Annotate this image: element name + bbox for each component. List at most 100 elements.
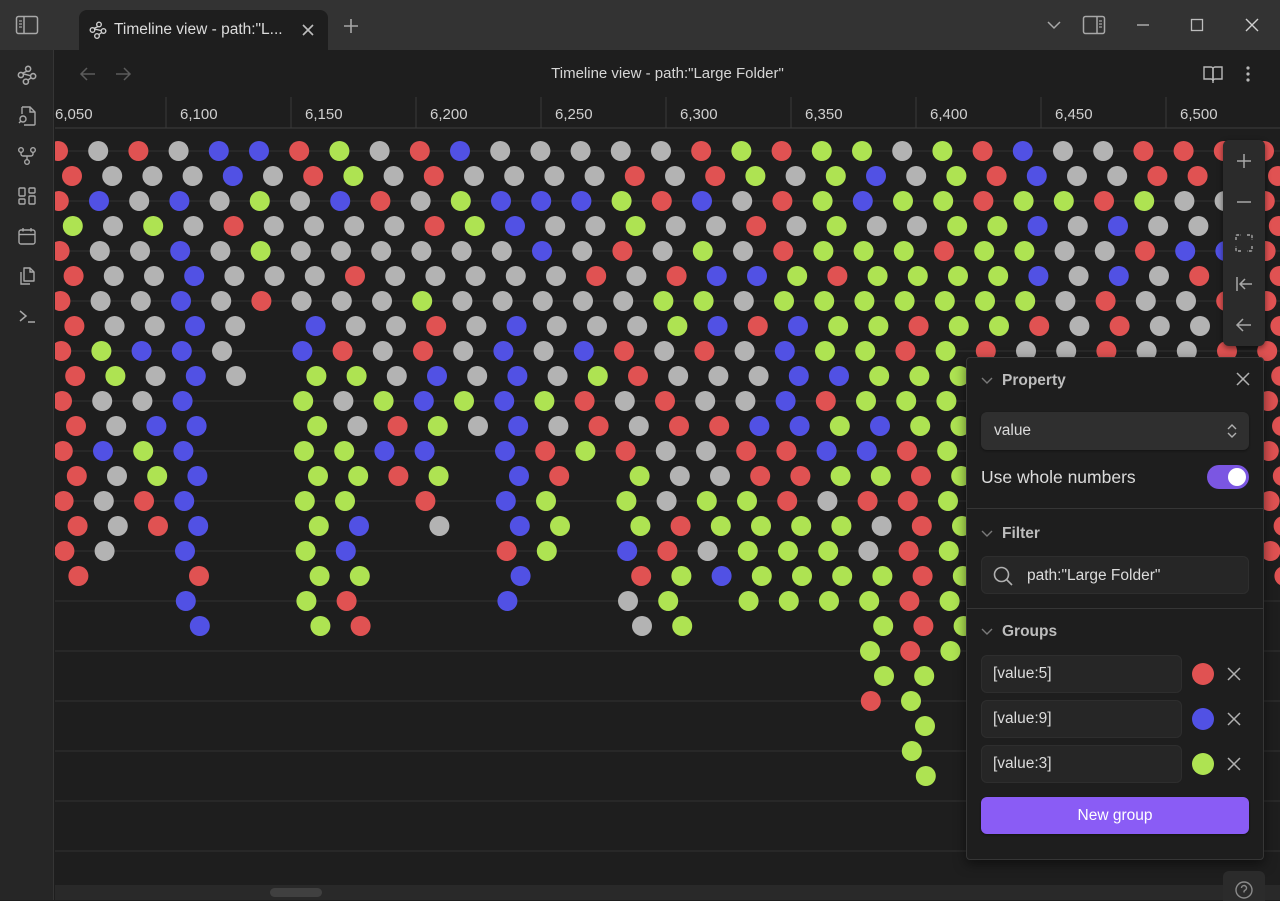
whole-numbers-toggle[interactable] [1207,465,1249,489]
timeline-dot [866,216,887,236]
close-icon [302,24,314,36]
zoom-out-button[interactable] [1232,190,1256,214]
timeline-dot [226,366,246,386]
help-button[interactable] [1223,871,1265,901]
timeline-back-button[interactable] [1232,313,1256,337]
axis-tick-label: 6,150 [305,106,343,123]
timeline-dot [491,241,512,261]
active-tab[interactable]: Timeline view - path:"L... [79,10,328,50]
fit-to-screen-button[interactable] [1232,231,1256,255]
ribbon-calendar-button[interactable] [14,223,40,249]
timeline-dot [734,341,755,361]
timeline-dot [347,416,368,436]
ribbon-copy-button[interactable] [14,263,40,289]
ribbon-dashboard-button[interactable] [14,183,40,209]
file-search-icon [18,106,36,126]
timeline-dot [336,591,357,611]
zoom-in-button[interactable] [1232,149,1256,173]
tab-list-dropdown-button[interactable] [1040,11,1068,39]
timeline-dot [544,166,565,186]
groups-section-header[interactable]: Groups [981,623,1057,641]
property-select[interactable]: value [981,412,1249,450]
timeline-dot [507,366,528,386]
new-group-button[interactable]: New group [981,797,1249,834]
timeline-dot [896,391,917,411]
timeline-dot [1134,191,1155,211]
ribbon-file-search-button[interactable] [14,103,40,129]
timeline-dot [573,291,593,311]
timeline-dot [310,616,331,636]
more-options-button[interactable] [1236,62,1260,86]
axis-tick-label: 6,450 [1055,106,1093,123]
group-query-input[interactable]: [value:3] [981,745,1182,783]
horizontal-scrollbar[interactable] [55,885,1280,900]
timeline-dot [696,441,716,461]
close-window-button[interactable] [1238,11,1266,39]
timeline-dot [290,191,310,211]
timeline-dot [291,291,312,311]
group-color-swatch[interactable] [1192,753,1214,775]
group-color-swatch[interactable] [1192,708,1214,730]
timeline-dot [386,366,407,386]
group-query-input[interactable]: [value:5] [981,655,1182,693]
timeline-dot [130,241,150,261]
timeline-dot [693,291,714,311]
ribbon-command-palette-button[interactable] [14,303,40,329]
filter-search-input[interactable]: path:"Large Folder" [981,556,1249,594]
timeline-dot [131,341,152,361]
timeline-dot [329,141,350,161]
group-color-swatch[interactable] [1192,663,1214,685]
property-section-header[interactable]: Property [981,372,1066,390]
group-remove-button[interactable] [1223,708,1245,730]
timeline-dot [536,541,557,561]
timeline-dot [859,591,880,611]
timeline-dot [309,566,330,586]
right-sidebar-toggle-button[interactable] [1080,11,1108,39]
timeline-dot [549,466,570,486]
timeline-dot [350,616,371,636]
timeline-dot [369,141,390,161]
group-query-input[interactable]: [value:9] [981,700,1182,738]
group-remove-button[interactable] [1223,663,1245,685]
timeline-dot [145,366,166,386]
minimize-button[interactable] [1129,11,1157,39]
timeline-dot [89,191,109,211]
jump-to-start-button[interactable] [1232,272,1256,296]
scrollbar-thumb[interactable] [270,888,322,897]
panel-close-button[interactable] [1232,368,1254,390]
axis-tick-label: 6,300 [680,106,718,123]
maximize-button[interactable] [1183,11,1211,39]
timeline-dot [696,491,717,511]
tab-close-button[interactable] [298,20,318,40]
timeline-dot [343,166,364,186]
close-icon [1227,667,1241,681]
filter-section-header[interactable]: Filter [981,525,1040,543]
ribbon-graph-view-button[interactable] [14,62,40,88]
ribbon-fork-button[interactable] [14,143,40,169]
timeline-dot [1270,316,1280,336]
timeline-dot [289,141,310,161]
timeline-dot [897,441,917,461]
timeline-dot [708,366,729,386]
timeline-dot [89,241,110,261]
timeline-dot [547,366,568,386]
new-tab-button[interactable] [339,14,363,38]
timeline-dot [384,216,405,236]
timeline-dot [94,541,115,561]
timeline-dot [897,491,918,511]
left-sidebar-toggle-button[interactable] [14,13,40,37]
reading-view-button[interactable] [1201,62,1225,86]
timeline-dot [331,291,352,311]
timeline-dot [175,591,196,611]
timeline-dot [733,241,753,261]
group-remove-button[interactable] [1223,753,1245,775]
timeline-dot [1148,216,1169,236]
timeline-dot [133,441,154,461]
timeline-dot [615,441,636,461]
timeline-dot [510,566,531,586]
timeline-dot [617,541,638,561]
timeline-dot [373,391,394,411]
timeline-dot [532,241,552,261]
timeline-dot [1068,266,1089,286]
timeline-dot [1026,166,1047,186]
